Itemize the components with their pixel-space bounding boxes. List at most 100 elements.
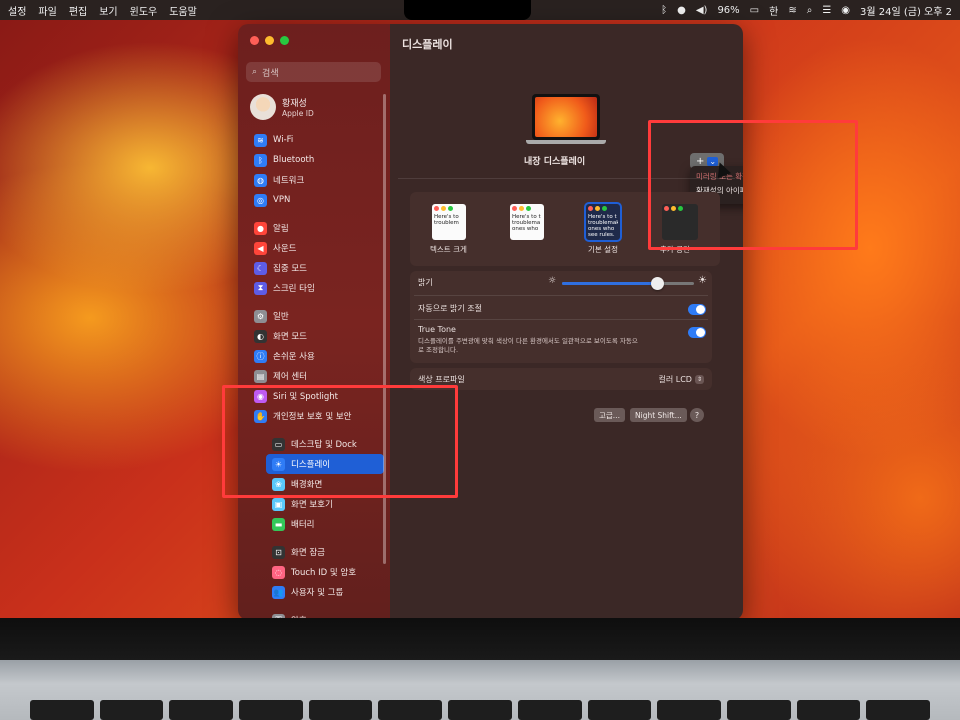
minimize-button[interactable] [265,35,274,45]
sidebar-item-17[interactable]: ❀ 배경화면 [238,474,390,494]
true-tone-toggle[interactable] [688,327,706,338]
sidebar-item-label: 배경화면 [291,480,323,490]
apple-id-profile[interactable]: 황재성 Apple ID [250,94,390,120]
menu-window[interactable]: 윈도우 [130,3,158,18]
sidebar-item-21[interactable]: ◌ Touch ID 및 암호 [238,562,390,582]
sidebar-item-15[interactable]: ▭ 데스크탑 및 Dock [238,434,390,454]
sidebar-item-14[interactable]: ✋ 개인정보 보호 및 보안 [238,406,390,426]
display-pane: 디스플레이 내장 디스플레이 + ⌄ 미러링 또는 확장 황재성의 아이패드 H… [390,24,743,620]
resolution-label: 추가 공간 [660,245,690,254]
keyboard-key [517,700,582,720]
night-shift-button[interactable]: Night Shift... [630,408,687,422]
sidebar-item-3[interactable]: ◍ 네트워크 [238,170,390,190]
resolution-option-more-space[interactable] [662,204,698,240]
help-button[interactable]: ? [690,408,704,422]
resolution-option-default[interactable]: Here's to t troublemak ones who see rule… [584,202,622,242]
bluetooth-status-icon[interactable]: ᛒ [661,5,667,16]
menu-view[interactable]: 보기 [99,3,117,18]
color-profile-popup[interactable]: 컬러 LCD ⇕ [658,374,704,385]
volume-icon[interactable]: ◀) [696,5,708,16]
battery-icon[interactable]: ▭ [750,5,759,16]
messages-status-icon[interactable]: ● [677,5,686,16]
keyboard-key [448,700,512,720]
divider [398,178,735,179]
sidebar-item-7[interactable]: ☾ 집중 모드 [238,258,390,278]
menu-edit[interactable]: 편집 [69,3,87,18]
battery-icon: ▬ [272,517,285,531]
sidebar-item-18[interactable]: ▣ 화면 보호기 [238,494,390,514]
sidebar-item-6[interactable]: ◀ 사운드 [238,238,390,258]
sidebar-item-2[interactable]: ᛒ Bluetooth [238,150,390,170]
window-controls [238,32,390,48]
keyboard-key [726,700,791,720]
wifi-status-icon[interactable]: ≋ [788,5,796,16]
menu-help[interactable]: 도움말 [169,3,197,18]
color-profile-value: 컬러 LCD [658,374,692,384]
hand-icon: ✋ [254,409,267,423]
bell-icon: ● [254,221,267,235]
close-button[interactable] [250,35,259,45]
advanced-button[interactable]: 고급... [594,408,625,422]
keyboard-key [30,700,94,720]
speaker-icon: ◀ [254,241,267,255]
resolution-option-2[interactable]: Here's to t troublema ones who [510,204,544,240]
search-icon: ⌕ [252,67,258,77]
display-wallpaper-preview [535,97,597,137]
sidebar-item-16[interactable]: ☀ 디스플레이 [266,454,384,474]
search-placeholder: 검색 [262,68,279,79]
sidebar-item-11[interactable]: ⓘ 손쉬운 사용 [238,346,390,366]
sidebar-item-label: 일반 [273,312,289,322]
display-name: 내장 디스플레이 [524,157,586,167]
sidebar-item-20[interactable]: ⊡ 화면 잠금 [238,542,390,562]
brightness-slider-knob[interactable] [651,277,665,290]
resolution-label: 기본 설정 [588,245,618,254]
sidebar-item-label: Touch ID 및 암호 [291,568,357,578]
avatar [250,94,276,120]
menu-file[interactable]: 파일 [38,3,56,18]
brightness-slider[interactable] [562,277,694,290]
page-title: 디스플레이 [402,38,453,51]
search-input[interactable]: ⌕ 검색 [246,62,381,82]
zoom-button[interactable] [280,35,289,45]
spotlight-search-icon[interactable]: ⌕ [807,5,813,16]
keyboard-key [866,700,930,720]
keyboard-row [30,700,930,720]
battery-percent[interactable]: 96% [717,5,739,16]
sidebar-item-9[interactable]: ⚙ 일반 [238,306,390,326]
sidebar-item-1[interactable]: ≋ Wi-Fi [238,130,390,150]
resolution-preview-text: Here's to troublem [434,214,459,226]
sidebar-item-8[interactable]: ⧗ 스크린 타임 [238,278,390,298]
control-center-icon: ▤ [254,369,267,383]
sidebar-scrollbar[interactable] [383,94,386,564]
sidebar-item-22[interactable]: 👥 사용자 및 그룹 [238,582,390,602]
sidebar-item-12[interactable]: ▤ 제어 센터 [238,366,390,386]
keyboard-key [587,700,652,720]
input-source-icon[interactable]: 한 [769,3,778,18]
menu-app[interactable]: 설정 [8,3,26,18]
builtin-display-thumbnail[interactable] [532,94,600,140]
color-profile-label: 색상 프로파일 [418,374,465,384]
resolution-option-larger-text[interactable]: Here's to troublem [432,204,466,240]
hourglass-icon: ⧗ [254,281,267,295]
accessibility-icon: ⓘ [254,349,267,363]
resolution-preview-text: Here's to t troublema ones who [512,214,541,232]
menu-clock[interactable]: 3월 24일 (금) 오후 2 [860,3,952,18]
gear-icon: ⚙ [254,309,267,323]
keyboard-key [657,700,721,720]
keyboard-key [99,700,164,720]
control-center-icon[interactable]: ☰ [822,5,831,16]
sidebar-item-19[interactable]: ▬ 배터리 [238,514,390,534]
sidebar: ⌕ 검색 황재성 Apple ID ≋ Wi-Fi ᛒ Bluetooth ◍ 네트워크 ◎… [238,24,390,620]
screensaver-icon: ▣ [272,497,285,511]
sidebar-item-10[interactable]: ◐ 화면 모드 [238,326,390,346]
sidebar-item-13[interactable]: ◉ Siri 및 Spotlight [238,386,390,406]
siri-icon[interactable]: ◉ [841,5,850,16]
system-settings-window: ⌕ 검색 황재성 Apple ID ≋ Wi-Fi ᛒ Bluetooth ◍ 네트워크 ◎… [238,24,743,620]
add-display-label: + [695,155,705,167]
keyboard-key [378,700,443,720]
sidebar-item-5[interactable]: ● 알림 [238,218,390,238]
sidebar-item-4[interactable]: ◎ VPN [238,190,390,210]
auto-brightness-row: 자동으로 밝기 조절 [418,303,704,314]
auto-brightness-toggle[interactable] [688,304,706,315]
